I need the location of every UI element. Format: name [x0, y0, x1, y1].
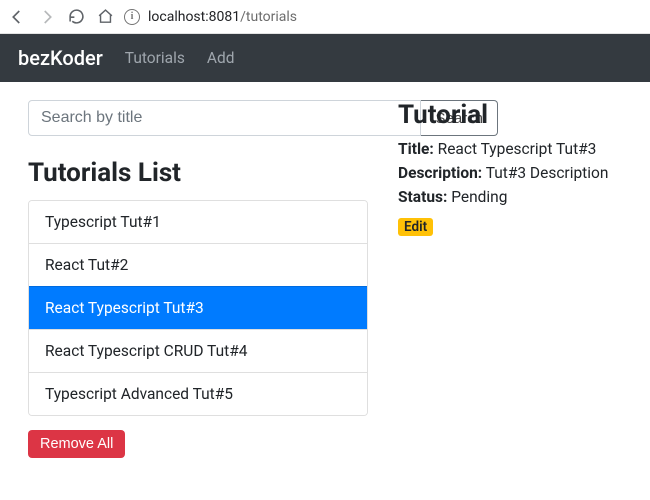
- detail-status-row: Status: Pending: [398, 188, 622, 206]
- detail-description-row: Description: Tut#3 Description: [398, 164, 622, 182]
- tutorial-detail-heading: Tutorial: [398, 100, 622, 130]
- brand-label[interactable]: bezKoder: [18, 46, 103, 70]
- list-item[interactable]: React Typescript CRUD Tut#4: [29, 329, 367, 372]
- reload-icon[interactable]: [68, 8, 85, 25]
- list-item[interactable]: Typescript Tut#1: [29, 201, 367, 243]
- list-item[interactable]: React Tut#2: [29, 243, 367, 286]
- nav-link-add[interactable]: Add: [207, 49, 235, 67]
- url-port: 8081: [209, 9, 240, 25]
- address-bar[interactable]: i localhost:8081/tutorials: [124, 9, 297, 25]
- edit-button[interactable]: Edit: [398, 218, 433, 236]
- search-input[interactable]: [28, 100, 421, 136]
- detail-title-row: Title: React Typescript Tut#3: [398, 140, 622, 158]
- app-navbar: bezKoder Tutorials Add: [0, 34, 650, 82]
- forward-icon[interactable]: [38, 8, 56, 26]
- url-host: localhost:: [148, 9, 209, 25]
- browser-toolbar: i localhost:8081/tutorials: [0, 0, 650, 34]
- back-icon[interactable]: [8, 8, 26, 26]
- list-item[interactable]: React Typescript Tut#3: [29, 286, 367, 329]
- url-path: /tutorials: [240, 9, 297, 25]
- nav-link-tutorials[interactable]: Tutorials: [125, 49, 185, 67]
- site-info-icon[interactable]: i: [124, 9, 140, 25]
- tutorials-list: Typescript Tut#1 React Tut#2 React Types…: [28, 200, 368, 416]
- tutorials-list-heading: Tutorials List: [28, 158, 368, 188]
- remove-all-button[interactable]: Remove All: [28, 430, 125, 458]
- home-icon[interactable]: [97, 8, 114, 25]
- list-item[interactable]: Typescript Advanced Tut#5: [29, 372, 367, 415]
